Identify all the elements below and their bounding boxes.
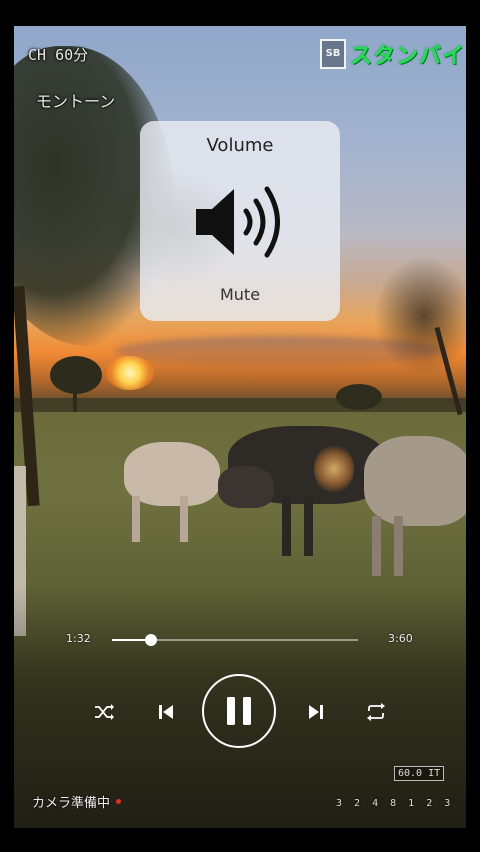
- skip-next-icon: [309, 705, 323, 719]
- mode-label: モントーン: [36, 92, 116, 111]
- repeat-button[interactable]: [360, 698, 392, 726]
- volume-title: Volume: [206, 135, 274, 156]
- horizon-line: [14, 398, 466, 412]
- camera-status-label: カメラ準備中: [32, 796, 111, 811]
- tree-right: [374, 256, 466, 376]
- calf-grey: [364, 436, 466, 526]
- calf-leg: [282, 496, 291, 556]
- volume-hud: Volume Mute: [140, 121, 340, 321]
- tree-small: [50, 356, 102, 394]
- shuffle-button[interactable]: [88, 698, 120, 726]
- brand-mark: SB: [320, 39, 346, 69]
- next-button[interactable]: [300, 696, 332, 728]
- calf-leg: [372, 516, 381, 576]
- calf-leg: [304, 496, 313, 556]
- lens-flare: [314, 444, 354, 494]
- record-indicator-icon: [116, 799, 122, 804]
- calf-dark-head: [218, 466, 274, 508]
- previous-button[interactable]: [150, 696, 182, 728]
- pause-icon: [227, 697, 251, 725]
- pause-button[interactable]: [202, 674, 276, 748]
- brand-text: スタンバイ: [350, 44, 466, 69]
- calf-leg: [132, 496, 140, 542]
- tree-small-trunk: [73, 390, 77, 412]
- seek-bar[interactable]: [112, 634, 358, 646]
- video-player-screen[interactable]: CH 60分 モントーン SB スタンバイ Volume Mute 1:32 3…: [14, 26, 466, 828]
- speaker-volume-icon: [196, 186, 280, 258]
- total-time: 3:60: [388, 632, 413, 645]
- sun: [106, 356, 154, 390]
- repeat-icon: [367, 703, 385, 721]
- camera-counter: CH 60分: [28, 46, 89, 64]
- calf-leg: [394, 516, 403, 576]
- camera-status: カメラ準備中: [32, 792, 122, 811]
- calf-leg: [180, 496, 188, 542]
- fps-badge: 60.0 IT: [394, 766, 445, 781]
- brand-logo: SB スタンバイ: [320, 38, 465, 70]
- skip-previous-icon: [159, 705, 173, 719]
- shuffle-icon: [95, 704, 114, 720]
- bush: [336, 384, 382, 410]
- date-stamp: 3 2 4 8 1 2 3: [336, 798, 454, 809]
- current-time: 1:32: [66, 632, 91, 645]
- mute-status-label: Mute: [219, 285, 261, 304]
